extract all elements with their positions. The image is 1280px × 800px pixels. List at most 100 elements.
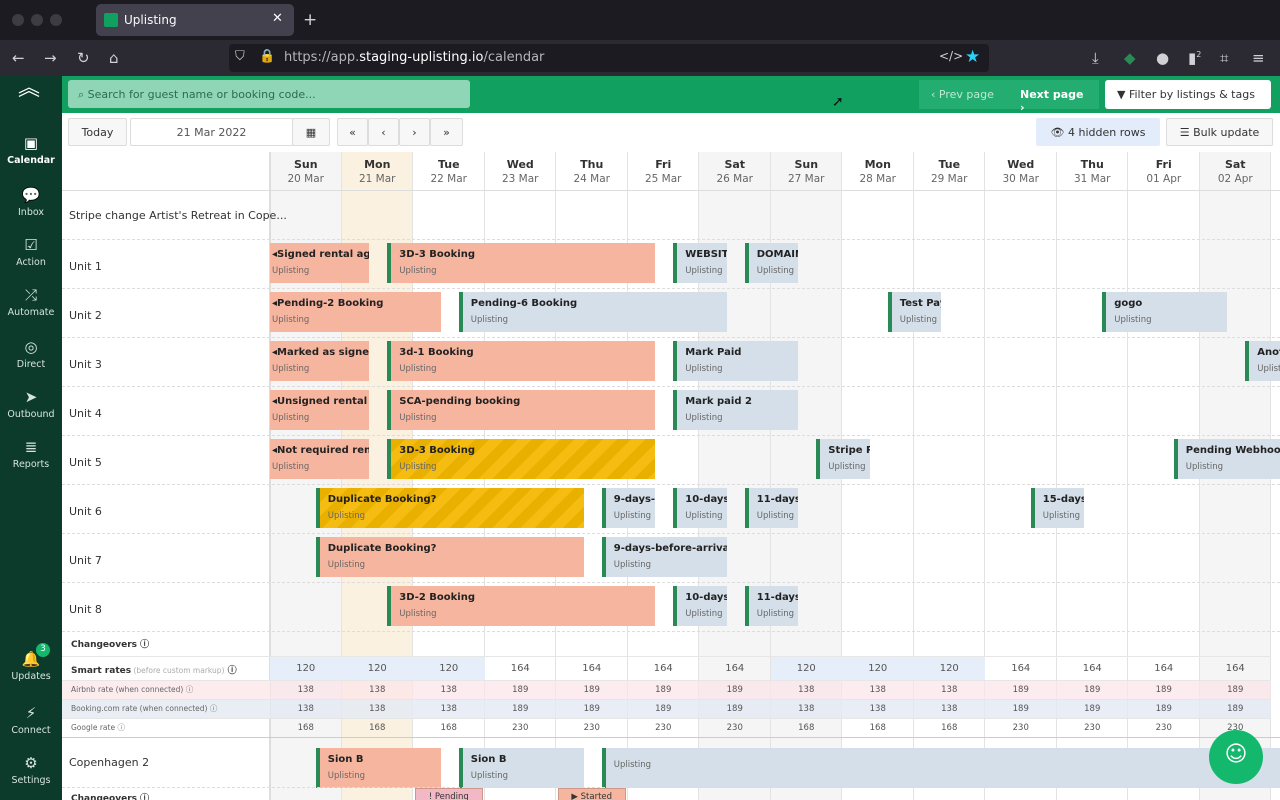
booking-rate-cell[interactable]: 138 xyxy=(341,699,413,718)
sidebar-item-inbox[interactable]: 💬 Inbox xyxy=(0,186,62,218)
next-button[interactable]: › xyxy=(399,118,430,146)
info-icon[interactable]: ⓘ xyxy=(207,704,218,713)
day-header[interactable]: Mon 21 Mar xyxy=(342,157,414,187)
booking-bar[interactable]: Sion B Uplisting xyxy=(458,748,584,788)
airbnb-rate-cell[interactable]: 189 xyxy=(627,680,699,699)
sidebar-item-action[interactable]: ☑ Action xyxy=(0,236,62,268)
booking-bar[interactable]: Sion B Uplisting xyxy=(315,748,441,788)
booking-bar[interactable]: Duplicate Booking? Uplisting xyxy=(315,488,584,528)
new-tab-icon[interactable]: + xyxy=(303,10,317,30)
sidebar-item-connect[interactable]: ⚡ Connect xyxy=(0,704,62,736)
booking-rate-cell[interactable]: 138 xyxy=(770,699,842,718)
booking-bar[interactable]: 9-days-before-arrival Uplisting xyxy=(601,537,727,577)
airbnb-rate-cell[interactable]: 138 xyxy=(413,680,485,699)
booking-bar[interactable]: Pending-6 Booking Uplisting xyxy=(458,292,727,332)
info-icon[interactable]: ⓘ xyxy=(137,794,149,800)
booking-rate-cell[interactable]: 138 xyxy=(842,699,914,718)
airbnb-rate-cell[interactable]: 189 xyxy=(985,680,1057,699)
smart-rate-cell[interactable]: 120 xyxy=(341,656,413,680)
date-input[interactable]: 21 Mar 2022 xyxy=(130,118,293,146)
booking-bar[interactable]: ◂Unsigned rental agreement Uplisting xyxy=(270,390,370,430)
google-rate-cell[interactable]: 230 xyxy=(556,718,628,737)
booking-bar[interactable]: 3D-3 Booking Uplisting xyxy=(387,243,656,283)
smart-rate-cell[interactable]: 164 xyxy=(1199,656,1271,680)
lock-icon[interactable]: 🔒 xyxy=(259,49,275,64)
google-rate-cell[interactable]: 230 xyxy=(699,718,771,737)
close-window-button[interactable] xyxy=(12,14,24,26)
booking-rate-cell[interactable]: 138 xyxy=(913,699,985,718)
uplisting-extension-icon[interactable]: ◆ xyxy=(1124,49,1136,67)
airbnb-rate-cell[interactable]: 138 xyxy=(770,680,842,699)
info-icon[interactable]: ⓘ xyxy=(115,723,125,732)
smart-rate-cell[interactable]: 164 xyxy=(699,656,771,680)
day-header[interactable]: Sat 02 Apr xyxy=(1200,157,1272,187)
booking-bar[interactable]: Stripe Payment Uplisting xyxy=(816,439,870,479)
google-rate-cell[interactable]: 168 xyxy=(270,718,342,737)
booking-bar[interactable]: 9-days-before-arrival Uplisting xyxy=(601,488,656,528)
booking-bar[interactable]: 3D-2 Booking Uplisting xyxy=(387,586,656,626)
booking-bar[interactable]: ◂Signed rental agreement Uplisting xyxy=(270,243,370,283)
airbnb-rate-cell[interactable]: 189 xyxy=(484,680,556,699)
booking-rate-cell[interactable]: 138 xyxy=(413,699,485,718)
airbnb-rate-cell[interactable]: 189 xyxy=(1199,680,1271,699)
crop-icon[interactable]: ⌗ xyxy=(1220,49,1228,67)
google-rate-cell[interactable]: 230 xyxy=(1128,718,1200,737)
sidebar-item-automate[interactable]: ⤮ Automate xyxy=(0,286,62,318)
day-header[interactable]: Sat 26 Mar xyxy=(699,157,771,187)
day-header[interactable]: Wed 30 Mar xyxy=(985,157,1057,187)
unit-label[interactable]: Unit 4 xyxy=(69,407,102,420)
prev-page-button[interactable]: ‹ Prev page xyxy=(919,80,1008,109)
google-rate-cell[interactable]: 230 xyxy=(985,718,1057,737)
back-icon[interactable]: ← xyxy=(12,49,25,67)
unit-label[interactable]: Unit 7 xyxy=(69,554,102,567)
booking-bar[interactable]: Uplisting xyxy=(601,748,1280,788)
reload-icon[interactable]: ↻ xyxy=(77,49,90,67)
smart-rate-cell[interactable]: 164 xyxy=(556,656,628,680)
sidebar-item-calendar[interactable]: ▣ Calendar xyxy=(0,134,62,166)
booking-bar[interactable]: Test Payment Uplisting xyxy=(887,292,942,332)
maximize-window-button[interactable] xyxy=(50,14,62,26)
browser-tab[interactable]: Uplisting ✕ xyxy=(96,4,294,36)
booking-rate-cell[interactable]: 189 xyxy=(556,699,628,718)
uplisting-logo-icon[interactable]: ︽ xyxy=(18,78,40,100)
booking-bar[interactable]: 3d-1 Booking Uplisting xyxy=(387,341,656,381)
shield-icon[interactable]: ⛉ xyxy=(235,49,245,64)
booking-bar[interactable]: SCA-pending booking Uplisting xyxy=(387,390,656,430)
chat-widget-button[interactable]: ☺ xyxy=(1209,730,1263,784)
sidebar-item-settings[interactable]: ⚙ Settings xyxy=(0,754,62,786)
smart-rate-cell[interactable]: 164 xyxy=(1056,656,1128,680)
changeover-badge[interactable]: ! Pending xyxy=(415,788,483,800)
airbnb-rate-cell[interactable]: 189 xyxy=(556,680,628,699)
day-header[interactable]: Wed 23 Mar xyxy=(485,157,557,187)
airbnb-rate-cell[interactable]: 189 xyxy=(1056,680,1128,699)
booking-bar[interactable]: ◂Pending-2 Booking Uplisting xyxy=(270,292,441,332)
smart-rate-cell[interactable]: 164 xyxy=(627,656,699,680)
smart-rate-cell[interactable]: 120 xyxy=(270,656,342,680)
sidebar-item-reports[interactable]: ≣ Reports xyxy=(0,438,62,470)
google-rate-cell[interactable]: 168 xyxy=(413,718,485,737)
booking-bar[interactable]: 11-days-before-arrival Uplisting xyxy=(744,586,799,626)
address-bar[interactable]: ⛉ 🔒 https://app.staging-uplisting.io/cal… xyxy=(229,44,989,72)
airbnb-rate-cell[interactable]: 138 xyxy=(913,680,985,699)
day-header[interactable]: Sun 20 Mar xyxy=(270,157,342,187)
google-rate-cell[interactable]: 168 xyxy=(842,718,914,737)
airbnb-rate-cell[interactable]: 189 xyxy=(699,680,771,699)
booking-bar[interactable]: gogo Uplisting xyxy=(1102,292,1228,332)
unit-label[interactable]: Unit 6 xyxy=(69,505,102,518)
booking-bar[interactable]: 11-days-before-arrival Uplisting xyxy=(744,488,799,528)
bookmark-star-icon[interactable]: ★ xyxy=(965,47,980,67)
bulk-update-button[interactable]: ☰ Bulk update xyxy=(1166,118,1273,146)
google-rate-cell[interactable]: 230 xyxy=(627,718,699,737)
extension-icon[interactable]: ▮2 xyxy=(1188,49,1201,67)
day-header[interactable]: Sun 27 Mar xyxy=(771,157,843,187)
booking-bar[interactable]: DOMAIN 1 Uplisting xyxy=(744,243,799,283)
booking-rate-cell[interactable]: 189 xyxy=(699,699,771,718)
home-icon[interactable]: ⌂ xyxy=(109,49,119,67)
booking-bar[interactable]: ◂Marked as signed rental Uplisting xyxy=(270,341,370,381)
menu-icon[interactable]: ≡ xyxy=(1252,49,1265,67)
code-icon[interactable]: </> xyxy=(939,49,963,63)
close-tab-icon[interactable]: ✕ xyxy=(272,11,283,26)
jump-forward-button[interactable]: » xyxy=(430,118,463,146)
day-header[interactable]: Thu 31 Mar xyxy=(1057,157,1129,187)
day-header[interactable]: Thu 24 Mar xyxy=(556,157,628,187)
